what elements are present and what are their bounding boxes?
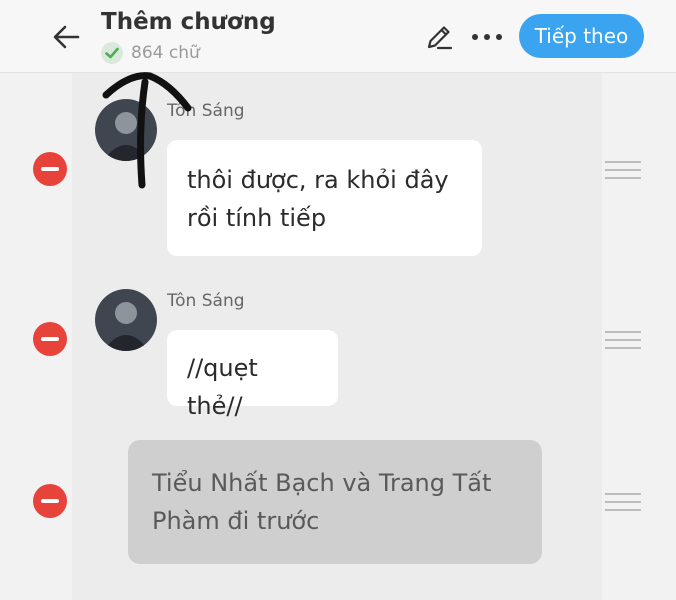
more-horizontal-icon[interactable] bbox=[467, 30, 507, 44]
drag-handle-icon[interactable] bbox=[605, 331, 641, 351]
remove-message-button[interactable] bbox=[33, 484, 67, 518]
arrow-left-icon[interactable] bbox=[48, 18, 86, 56]
pencil-icon[interactable] bbox=[424, 22, 454, 52]
message-line: //quẹt thẻ// bbox=[187, 354, 258, 420]
narration-line: Phàm đi trước bbox=[152, 507, 320, 535]
remove-message-button[interactable] bbox=[33, 322, 67, 356]
narration-bubble[interactable]: Tiểu Nhất Bạch và Trang Tất Phàm đi trướ… bbox=[128, 440, 542, 564]
word-count-text: 864 chữ bbox=[131, 43, 200, 63]
word-count: 864 chữ bbox=[101, 42, 200, 64]
drag-handle-icon[interactable] bbox=[605, 161, 641, 181]
author-name: Tôn Sáng bbox=[167, 291, 245, 311]
message-line: rồi tính tiếp bbox=[187, 204, 327, 232]
page-title: Thêm chương bbox=[101, 9, 276, 35]
message-line: thôi được, ra khỏi đây bbox=[187, 166, 449, 194]
message-bubble[interactable]: thôi được, ra khỏi đây rồi tính tiếp bbox=[167, 140, 482, 256]
next-button[interactable]: Tiếp theo bbox=[519, 14, 644, 58]
check-circle-icon bbox=[101, 42, 123, 64]
message-bubble[interactable]: //quẹt thẻ// bbox=[167, 330, 338, 420]
top-bar: Thêm chương 864 chữ Tiếp theo bbox=[0, 0, 676, 73]
avatar bbox=[95, 289, 157, 351]
drag-handle-icon[interactable] bbox=[605, 493, 641, 513]
remove-message-button[interactable] bbox=[33, 152, 67, 186]
narration-line: Tiểu Nhất Bạch và Trang Tất bbox=[152, 469, 492, 497]
drawn-arrow-annotation bbox=[102, 72, 192, 189]
